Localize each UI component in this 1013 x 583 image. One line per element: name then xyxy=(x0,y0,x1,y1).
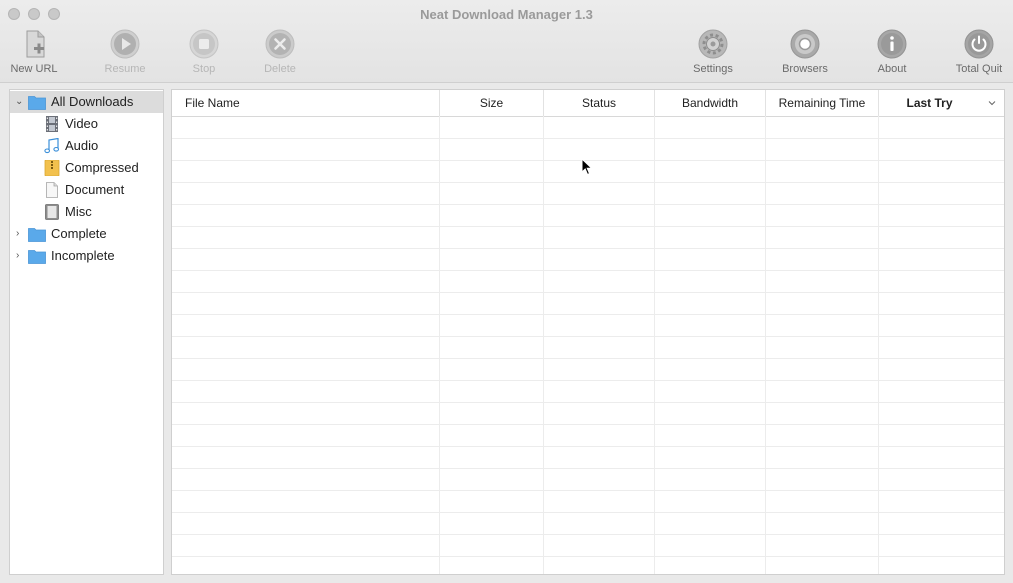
resume-label: Resume xyxy=(104,63,146,75)
table-row[interactable] xyxy=(172,227,1004,249)
column-divider xyxy=(439,116,440,574)
settings-button[interactable]: Settings xyxy=(677,28,749,75)
sidebar-item-compressed[interactable]: Compressed xyxy=(10,157,163,179)
document-icon xyxy=(46,182,58,198)
chevron-right-icon[interactable]: › xyxy=(16,245,26,267)
table-row[interactable] xyxy=(172,315,1004,337)
table-row[interactable] xyxy=(172,447,1004,469)
music-note-icon xyxy=(44,138,60,154)
table-row[interactable] xyxy=(172,491,1004,513)
folder-icon xyxy=(28,228,46,242)
table-row[interactable] xyxy=(172,183,1004,205)
chevron-down-icon[interactable]: ⌄ xyxy=(15,91,25,113)
sidebar-item-label: Document xyxy=(65,182,125,197)
table-row[interactable] xyxy=(172,425,1004,447)
column-header-remaining-time[interactable]: Remaining Time xyxy=(765,90,878,116)
table-row[interactable] xyxy=(172,293,1004,315)
stop-icon xyxy=(189,29,219,59)
table-row[interactable] xyxy=(172,271,1004,293)
delete-label: Delete xyxy=(264,63,296,75)
folder-icon xyxy=(28,250,46,264)
about-button[interactable]: About xyxy=(856,28,928,75)
sidebar-item-incomplete[interactable]: › Incomplete xyxy=(10,245,163,267)
sidebar-item-document[interactable]: Document xyxy=(10,179,163,201)
sort-chevron-icon[interactable] xyxy=(988,99,996,107)
column-divider xyxy=(654,116,655,574)
table-row[interactable] xyxy=(172,469,1004,491)
chevron-right-icon[interactable]: › xyxy=(16,223,26,245)
table-row[interactable] xyxy=(172,117,1004,139)
browsers-label: Browsers xyxy=(782,63,828,75)
column-header-bandwidth[interactable]: Bandwidth xyxy=(654,90,765,116)
power-icon xyxy=(964,29,994,59)
table-row[interactable] xyxy=(172,557,1004,574)
column-header-size[interactable]: Size xyxy=(439,90,543,116)
sidebar-item-complete[interactable]: › Complete xyxy=(10,223,163,245)
sidebar-item-label: Incomplete xyxy=(51,248,115,263)
sidebar-item-all-downloads[interactable]: ⌄ All Downloads xyxy=(10,91,163,113)
stop-button[interactable]: Stop xyxy=(168,28,240,75)
table-row[interactable] xyxy=(172,403,1004,425)
table-header: File Name Size Status Bandwidth Remainin… xyxy=(172,90,1004,117)
sidebar-item-misc[interactable]: Misc xyxy=(10,201,163,223)
table-row[interactable] xyxy=(172,249,1004,271)
category-sidebar: ⌄ All Downloads Video Audio Compressed D… xyxy=(9,89,164,575)
new-url-button[interactable]: New URL xyxy=(0,28,70,75)
play-icon xyxy=(110,29,140,59)
table-row[interactable] xyxy=(172,535,1004,557)
table-row[interactable] xyxy=(172,381,1004,403)
info-icon xyxy=(877,29,907,59)
window-title: Neat Download Manager 1.3 xyxy=(420,7,593,22)
column-header-last-try[interactable]: Last Try xyxy=(878,90,980,116)
stop-label: Stop xyxy=(192,63,216,75)
mouse-cursor-icon xyxy=(581,158,593,176)
total-quit-button[interactable]: Total Quit xyxy=(943,28,1013,75)
settings-label: Settings xyxy=(693,63,733,75)
column-divider xyxy=(765,116,766,574)
table-row[interactable] xyxy=(172,337,1004,359)
title-bar: Neat Download Manager 1.3 New URL Resume… xyxy=(0,0,1013,83)
gear-icon xyxy=(698,29,728,59)
sidebar-item-label: Audio xyxy=(65,138,99,153)
sidebar-item-label: Complete xyxy=(51,226,107,241)
new-url-icon xyxy=(26,30,45,58)
sidebar-item-label: All Downloads xyxy=(51,94,134,109)
sidebar-item-label: Video xyxy=(65,116,99,131)
delete-button[interactable]: Delete xyxy=(244,28,316,75)
column-divider xyxy=(878,116,879,574)
folder-icon xyxy=(28,96,46,110)
delete-x-icon xyxy=(265,29,295,59)
table-row[interactable] xyxy=(172,359,1004,381)
zip-icon xyxy=(44,160,60,176)
sidebar-item-label: Misc xyxy=(65,204,92,219)
misc-icon xyxy=(45,204,59,220)
sidebar-item-audio[interactable]: Audio xyxy=(10,135,163,157)
browsers-button[interactable]: Browsers xyxy=(769,28,841,75)
about-label: About xyxy=(877,63,907,75)
film-icon xyxy=(46,116,58,132)
table-row[interactable] xyxy=(172,513,1004,535)
sidebar-item-label: Compressed xyxy=(65,160,139,175)
resume-button[interactable]: Resume xyxy=(89,28,161,75)
table-row[interactable] xyxy=(172,205,1004,227)
total-quit-label: Total Quit xyxy=(955,63,1003,75)
browser-icon xyxy=(790,29,820,59)
column-divider xyxy=(543,116,544,574)
sidebar-item-video[interactable]: Video xyxy=(10,113,163,135)
column-header-status[interactable]: Status xyxy=(543,90,654,116)
column-header-file-name[interactable]: File Name xyxy=(172,90,439,116)
new-url-label: New URL xyxy=(10,63,58,75)
